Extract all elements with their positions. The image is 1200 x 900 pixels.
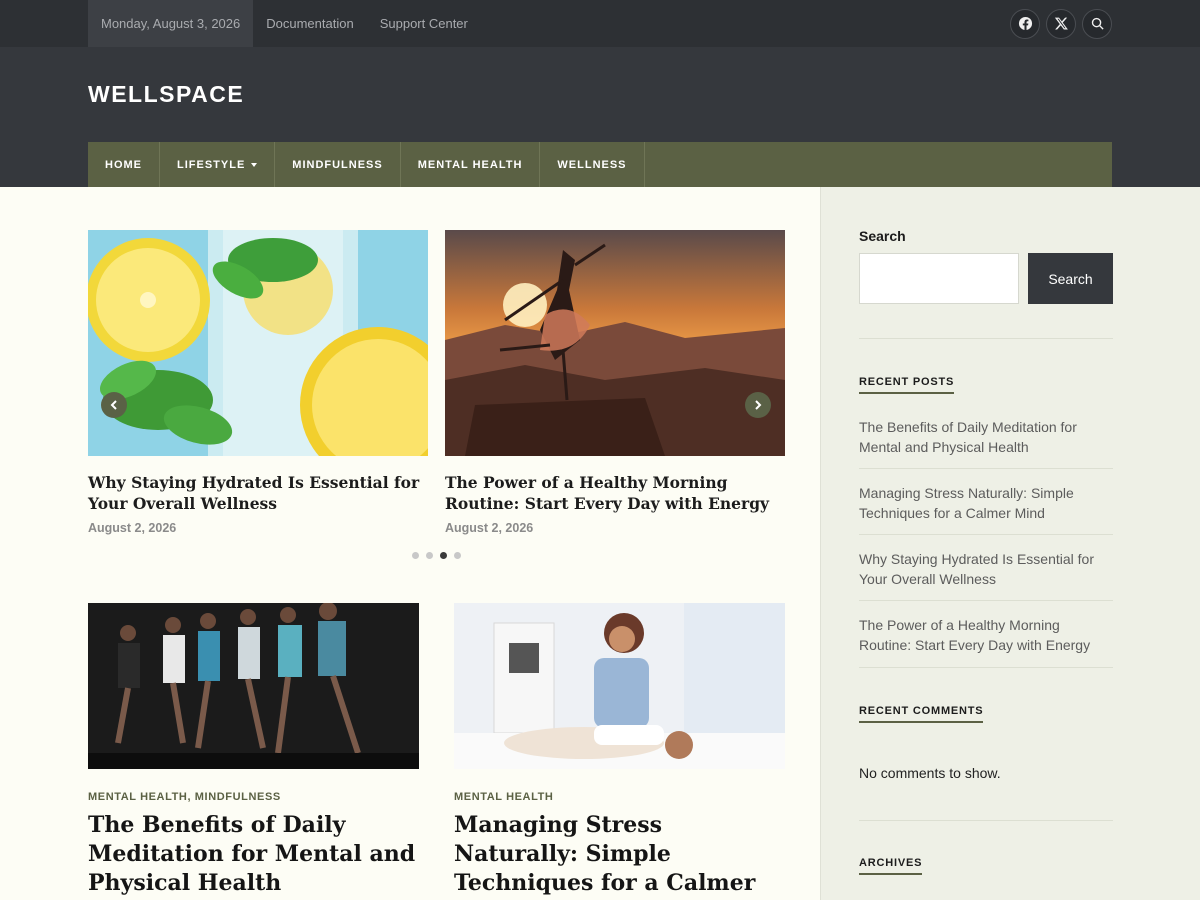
post-category[interactable]: MENTAL HEALTH, MINDFULNESS bbox=[88, 791, 419, 803]
slide-card[interactable]: Why Staying Hydrated Is Essential for Yo… bbox=[88, 230, 428, 535]
nav-item-lifestyle[interactable]: LIFESTYLE bbox=[160, 142, 276, 187]
x-icon bbox=[1054, 17, 1068, 30]
search-submit-button[interactable]: Search bbox=[1028, 253, 1113, 304]
recent-post-link[interactable]: Why Staying Hydrated Is Essential for Yo… bbox=[859, 547, 1113, 601]
main-content: Why Staying Hydrated Is Essential for Yo… bbox=[0, 187, 820, 900]
morning-routine-image[interactable] bbox=[445, 230, 785, 456]
recent-posts-list: The Benefits of Daily Meditation for Men… bbox=[859, 415, 1113, 678]
nav-item-home[interactable]: HOME bbox=[88, 142, 160, 187]
slider-dot-active[interactable] bbox=[440, 552, 447, 559]
sidebar: Search Search RECENT POSTS The Benefits … bbox=[820, 187, 1200, 900]
search-icon bbox=[1091, 17, 1104, 30]
slide-title[interactable]: The Power of a Healthy Morning Routine: … bbox=[445, 472, 785, 514]
chevron-down-icon bbox=[251, 162, 258, 167]
support-center-link[interactable]: Support Center bbox=[367, 0, 481, 47]
nav-item-mental-health[interactable]: MENTAL HEALTH bbox=[401, 142, 541, 187]
post-category[interactable]: MENTAL HEALTH bbox=[454, 791, 785, 803]
recent-comments-heading: RECENT COMMENTS bbox=[859, 705, 984, 723]
therapy-image bbox=[454, 603, 785, 769]
meditation-post-image[interactable] bbox=[88, 603, 419, 769]
x-button[interactable] bbox=[1046, 8, 1076, 39]
slide-date: August 2, 2026 bbox=[445, 521, 534, 535]
search-label: Search bbox=[859, 228, 906, 244]
slider-dots bbox=[412, 552, 461, 559]
slider-dot[interactable] bbox=[426, 552, 433, 559]
recent-posts-heading: RECENT POSTS bbox=[859, 376, 955, 394]
recent-post-link[interactable]: Managing Stress Naturally: Simple Techni… bbox=[859, 481, 1113, 535]
post-card: MENTAL HEALTH Managing Stress Naturally:… bbox=[454, 603, 785, 900]
search-input[interactable] bbox=[859, 253, 1019, 304]
chevron-left-icon bbox=[110, 400, 117, 410]
slider-dot[interactable] bbox=[412, 552, 419, 559]
recent-post-link[interactable]: The Power of a Healthy Morning Routine: … bbox=[859, 613, 1113, 666]
recent-post-link[interactable]: The Benefits of Daily Meditation for Men… bbox=[859, 415, 1113, 469]
facebook-icon bbox=[1018, 16, 1032, 30]
slider-next-button[interactable] bbox=[745, 392, 771, 418]
post-card: MENTAL HEALTH, MINDFULNESS The Benefits … bbox=[88, 603, 419, 898]
archives-heading: ARCHIVES bbox=[859, 857, 923, 875]
top-bar: Monday, August 3, 2026 Documentation Sup… bbox=[0, 0, 1200, 47]
nav-item-mindfulness[interactable]: MINDFULNESS bbox=[275, 142, 401, 187]
main-nav: HOME LIFESTYLE MINDFULNESS MENTAL HEALTH… bbox=[88, 142, 1112, 187]
top-bar-inner: Monday, August 3, 2026 Documentation Sup… bbox=[88, 0, 1112, 47]
documentation-link[interactable]: Documentation bbox=[253, 0, 366, 47]
runners-image bbox=[88, 603, 419, 769]
divider bbox=[859, 820, 1113, 821]
current-date: Monday, August 3, 2026 bbox=[88, 0, 254, 47]
post-title[interactable]: Managing Stress Naturally: Simple Techni… bbox=[454, 811, 785, 900]
dancer-sunset-image bbox=[445, 230, 785, 456]
slide-card[interactable]: The Power of a Healthy Morning Routine: … bbox=[445, 230, 785, 535]
site-header: WELLSPACE HOME LIFESTYLE MINDFULNESS MEN… bbox=[0, 47, 1200, 187]
no-comments-text: No comments to show. bbox=[859, 765, 1001, 781]
search-button[interactable] bbox=[1082, 8, 1112, 39]
post-title[interactable]: The Benefits of Daily Meditation for Men… bbox=[88, 811, 419, 898]
slider-prev-button[interactable] bbox=[101, 392, 127, 418]
slider-dot[interactable] bbox=[454, 552, 461, 559]
nav-item-lifestyle-label: LIFESTYLE bbox=[177, 158, 246, 171]
site-title[interactable]: WELLSPACE bbox=[88, 81, 244, 108]
stress-post-image[interactable] bbox=[454, 603, 785, 769]
chevron-right-icon bbox=[755, 400, 762, 410]
lemon-water-image bbox=[88, 230, 428, 456]
facebook-button[interactable] bbox=[1010, 8, 1040, 39]
divider bbox=[859, 667, 1113, 668]
divider bbox=[859, 338, 1113, 339]
hydration-image[interactable] bbox=[88, 230, 428, 456]
slide-title[interactable]: Why Staying Hydrated Is Essential for Yo… bbox=[88, 472, 428, 514]
social-icons bbox=[1010, 8, 1112, 39]
slide-date: August 2, 2026 bbox=[88, 521, 177, 535]
nav-item-wellness[interactable]: WELLNESS bbox=[540, 142, 645, 187]
